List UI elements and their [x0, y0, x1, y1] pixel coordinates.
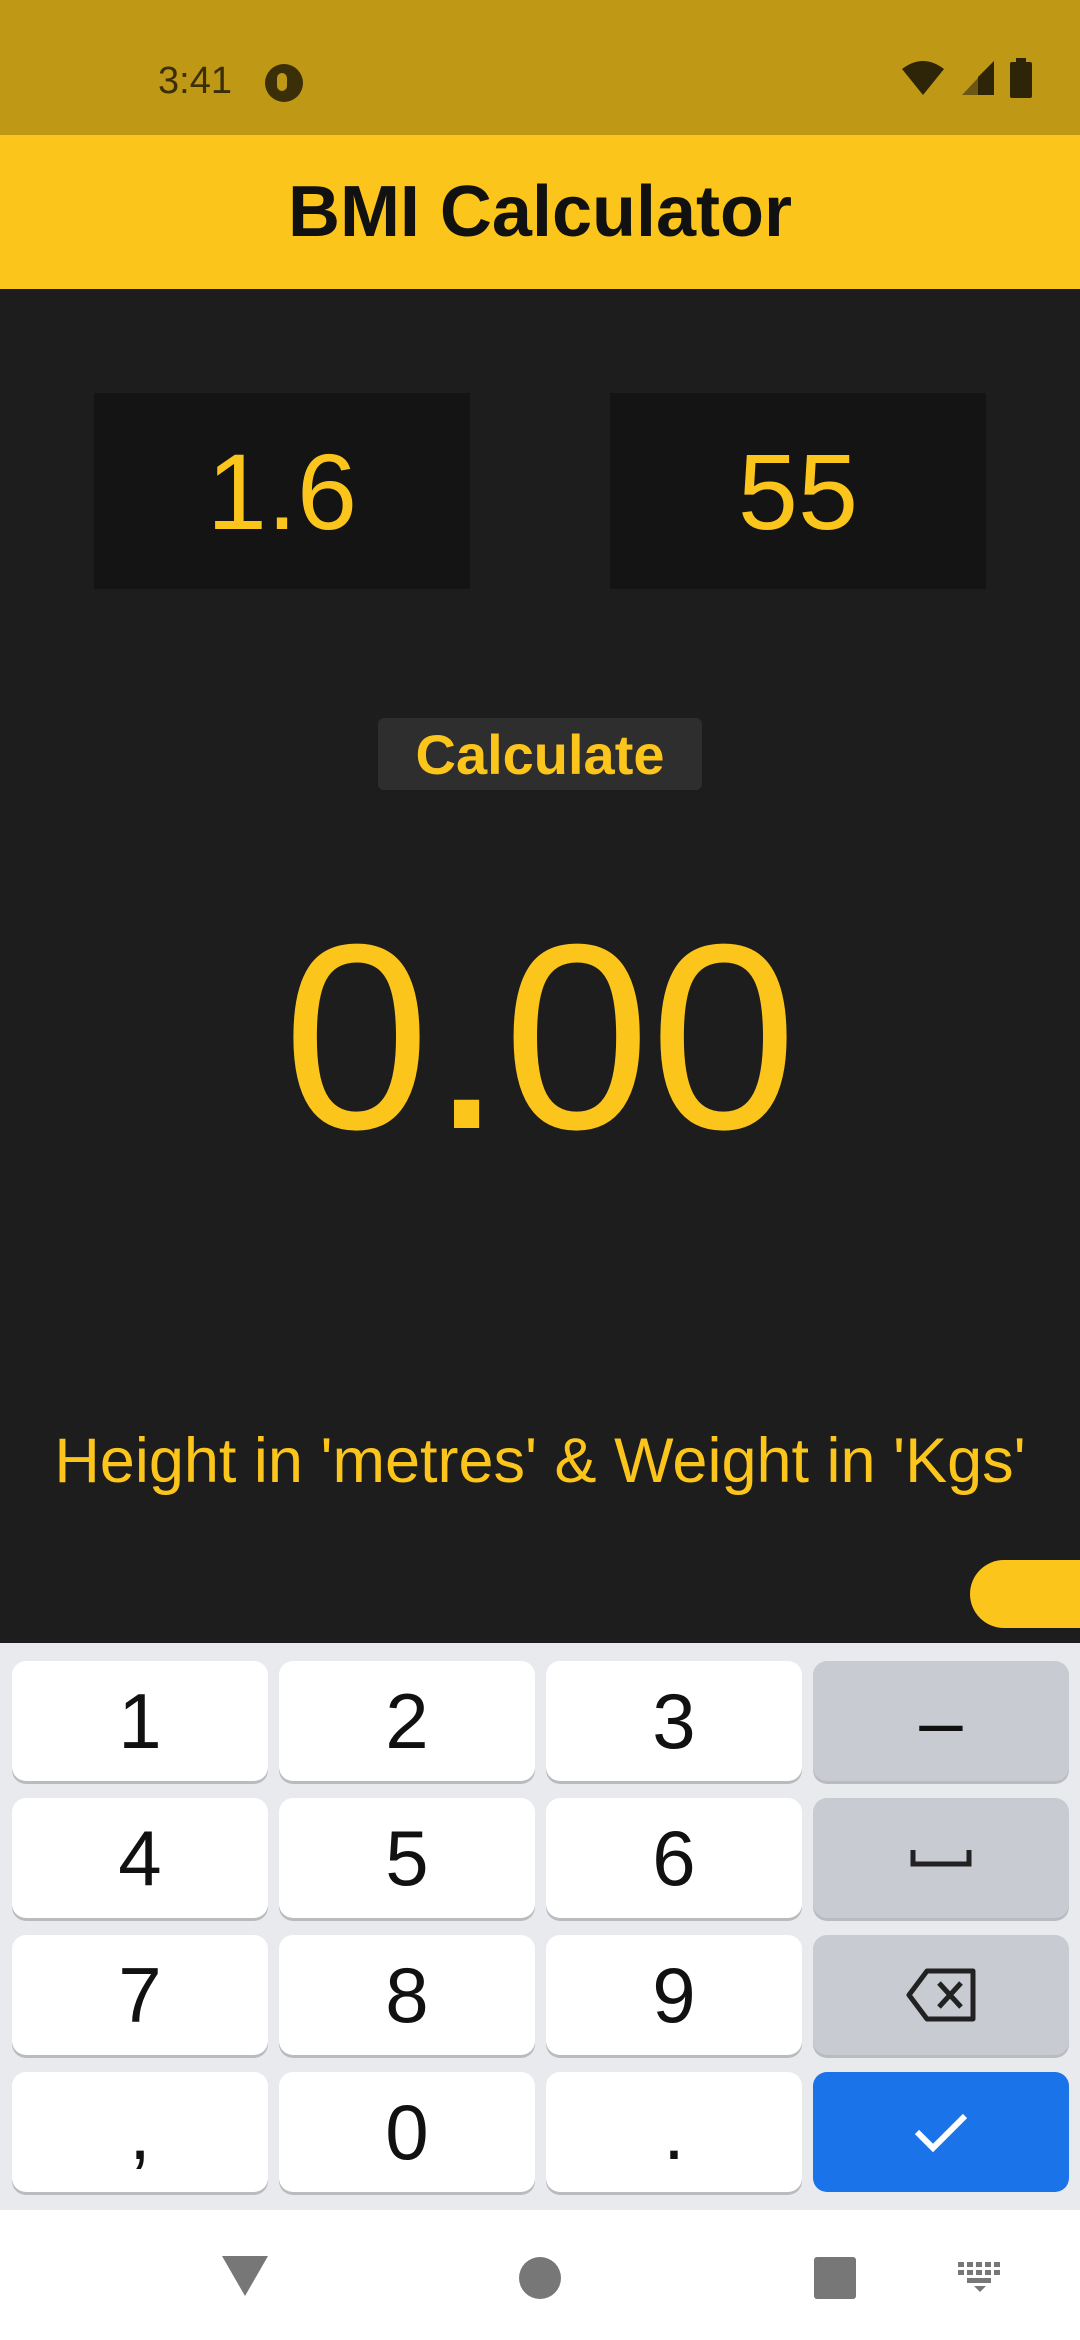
back-icon [222, 2256, 268, 2296]
key-3[interactable]: 3 [546, 1661, 802, 1781]
keyboard-switch-icon [958, 2262, 1000, 2292]
home-icon [519, 2257, 561, 2299]
status-bar: 3:41 [0, 0, 1080, 135]
key-7[interactable]: 7 [12, 1935, 268, 2055]
key-5[interactable]: 5 [279, 1798, 535, 1918]
space-key[interactable] [813, 1798, 1069, 1918]
app-notification-icon [265, 64, 303, 102]
wifi-icon [902, 61, 944, 95]
key-0[interactable]: 0 [279, 2072, 535, 2192]
key-1[interactable]: 1 [12, 1661, 268, 1781]
recents-button[interactable] [805, 2248, 865, 2308]
backspace-icon [906, 1968, 976, 2022]
signal-icon [962, 61, 994, 95]
height-input[interactable]: 1.6 [94, 393, 470, 589]
status-icons [900, 58, 1032, 98]
numeric-keyboard: 1 2 3 – 4 5 6 7 8 9 , 0 . [0, 1643, 1080, 2210]
bmi-result: 0.00 [283, 889, 797, 1184]
page-title: BMI Calculator [287, 172, 793, 252]
key-8[interactable]: 8 [279, 1935, 535, 2055]
backspace-key[interactable] [813, 1935, 1069, 2055]
key-comma[interactable]: , [12, 2072, 268, 2192]
floating-handle[interactable] [970, 1560, 1080, 1628]
key-9[interactable]: 9 [546, 1935, 802, 2055]
key-period[interactable]: . [546, 2072, 802, 2192]
recents-icon [814, 2257, 856, 2299]
key-4[interactable]: 4 [12, 1798, 268, 1918]
key-minus[interactable]: – [813, 1661, 1069, 1781]
status-time: 3:41 [158, 60, 232, 102]
checkmark-icon [914, 2113, 968, 2153]
units-hint: Height in 'metres' & Weight in 'Kgs' [54, 1426, 1026, 1496]
space-icon [910, 1850, 972, 1867]
navigation-bar [0, 2210, 1080, 2340]
weight-input[interactable]: 55 [610, 393, 986, 589]
back-button[interactable] [210, 2248, 280, 2304]
key-6[interactable]: 6 [546, 1798, 802, 1918]
battery-icon [1010, 58, 1032, 98]
app-bar: BMI Calculator [0, 135, 1080, 289]
key-2[interactable]: 2 [279, 1661, 535, 1781]
done-key[interactable] [813, 2072, 1069, 2192]
home-button[interactable] [510, 2248, 570, 2308]
calculate-button[interactable]: Calculate [378, 718, 702, 790]
keyboard-switch-button[interactable] [950, 2252, 1010, 2302]
